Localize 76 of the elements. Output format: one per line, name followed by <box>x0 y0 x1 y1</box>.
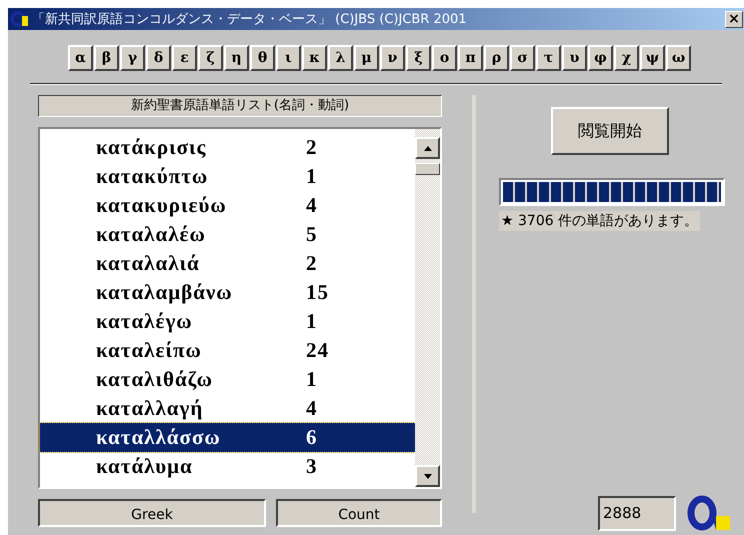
list-row[interactable]: καταλαλιά 2 <box>40 249 415 278</box>
greek-word: καταλαλιά <box>95 251 201 276</box>
status-text: ★ 3706 件の単語があります。 <box>499 211 700 231</box>
list-row[interactable]: κατάκρισις 2 <box>40 133 415 162</box>
word-count: 24 <box>306 338 329 363</box>
greek-word: καταλλαγή <box>95 396 204 421</box>
column-header: Count <box>276 499 442 527</box>
letter-button[interactable]: κ <box>302 45 327 71</box>
list-row[interactable]: καταλαλέω 5 <box>40 220 415 249</box>
greek-word: κατακυριεύω <box>95 193 228 218</box>
window-title: 「新共同訳原語コンコルダンス・データ・ベース」 (C)JBS (C)JCBR 2001 <box>32 11 468 28</box>
close-button[interactable]: × <box>725 10 743 28</box>
letter-button[interactable]: β <box>94 45 119 71</box>
letter-button[interactable]: χ <box>614 45 639 71</box>
scroll-thumb[interactable] <box>415 163 440 175</box>
greek-word: καταλλάσσω <box>95 425 222 450</box>
letter-button[interactable]: μ <box>354 45 379 71</box>
list-row[interactable]: καταλέγω 1 <box>40 307 415 336</box>
letter-button[interactable]: α <box>68 45 93 71</box>
down-arrow-icon <box>424 474 432 478</box>
list-row[interactable]: κατακυριεύω 4 <box>40 191 415 220</box>
letter-button[interactable]: ω <box>666 45 691 71</box>
list-row[interactable]: κατακύπτω 1 <box>40 162 415 191</box>
list-row[interactable]: καταλείπω 24 <box>40 336 415 365</box>
letter-button[interactable]: ζ <box>198 45 223 71</box>
greek-word: καταλείπω <box>95 338 203 363</box>
letter-button[interactable]: τ <box>536 45 561 71</box>
letter-button[interactable]: ο <box>432 45 457 71</box>
word-count: 2 <box>306 135 318 160</box>
word-count: 6 <box>306 425 318 450</box>
list-row[interactable]: καταλλαγή 4 <box>40 394 415 423</box>
letter-button[interactable]: γ <box>120 45 145 71</box>
word-count: 4 <box>306 193 318 218</box>
list-row[interactable]: καταλλάσσω 6 <box>40 423 415 452</box>
list-row[interactable]: καταλαμβάνω 15 <box>40 278 415 307</box>
scrollbar[interactable] <box>415 129 440 487</box>
greek-word: καταλέγω <box>95 309 194 334</box>
letter-button[interactable]: ψ <box>640 45 665 71</box>
scroll-down-button[interactable] <box>415 465 440 487</box>
word-count: 3 <box>306 454 318 479</box>
greek-word: κατάκρισις <box>95 135 208 160</box>
letter-button[interactable]: ξ <box>406 45 431 71</box>
list-header: 新約聖書原語単語リスト(名詞・動詞) <box>38 95 442 117</box>
letter-button[interactable]: λ <box>328 45 353 71</box>
alpha-logo-icon <box>686 494 732 532</box>
word-count: 2 <box>306 251 318 276</box>
letter-button[interactable]: ν <box>380 45 405 71</box>
column-header: Greek <box>38 499 266 527</box>
greek-word: καταλαλέω <box>95 222 207 247</box>
letter-button[interactable]: σ <box>510 45 535 71</box>
letter-button[interactable]: η <box>224 45 249 71</box>
greek-word: κατακύπτω <box>95 164 210 189</box>
greek-word: καταλαμβάνω <box>95 280 234 305</box>
letter-button[interactable]: ι <box>276 45 301 71</box>
letter-button[interactable]: υ <box>562 45 587 71</box>
word-count: 4 <box>306 396 318 421</box>
letter-button[interactable]: ε <box>172 45 197 71</box>
list-row[interactable]: κατάλυμα 3 <box>40 452 415 481</box>
letter-button[interactable]: φ <box>588 45 613 71</box>
word-count: 1 <box>306 164 318 189</box>
count-field[interactable]: 2888 <box>598 496 676 530</box>
up-arrow-icon <box>424 146 432 150</box>
letter-button[interactable]: ρ <box>484 45 509 71</box>
letter-button[interactable]: δ <box>146 45 171 71</box>
scroll-up-button[interactable] <box>415 137 440 159</box>
letter-button[interactable]: θ <box>250 45 275 71</box>
app-logo-icon <box>10 10 30 28</box>
browse-button[interactable]: 閲覧開始 <box>551 107 669 155</box>
word-count: 1 <box>306 309 318 334</box>
letter-button[interactable]: π <box>458 45 483 71</box>
greek-word: καταλιθάζω <box>95 367 214 392</box>
word-count: 15 <box>306 280 329 305</box>
word-count: 1 <box>306 367 318 392</box>
list-row[interactable]: καταλιθάζω 1 <box>40 365 415 394</box>
greek-word: κατάλυμα <box>95 454 194 479</box>
word-count: 5 <box>306 222 318 247</box>
